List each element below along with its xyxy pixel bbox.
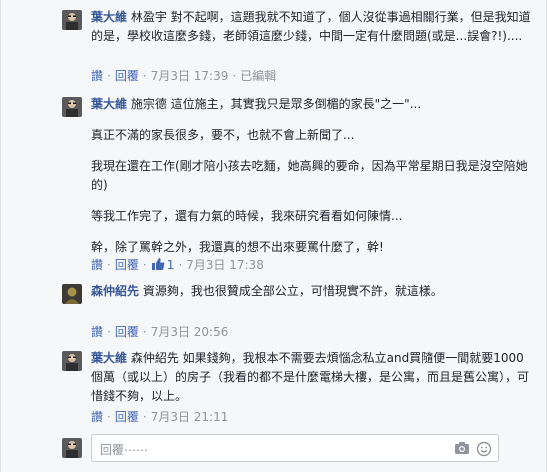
avatar[interactable] (62, 10, 82, 30)
avatar-image (62, 10, 82, 30)
camera-icon[interactable] (454, 441, 470, 455)
comment-timestamp[interactable]: 7月3日 20:56 (151, 325, 229, 339)
comment-timestamp[interactable]: 7月3日 17:39 (151, 69, 229, 83)
reply-link[interactable]: 回覆 (115, 410, 139, 424)
comment-paragraph: 我現在還在工作(剛才陪小孩去吃麵，她高興的要命，因為平常星期日我是沒空陪她的) (91, 159, 528, 192)
comment-author[interactable]: 森仲紹先 (91, 284, 139, 298)
avatar-image (62, 97, 82, 117)
comment-paragraph: 等我工作完了，還有力氣的時候，我來研究看看如何陳情... (91, 209, 403, 223)
edited-label[interactable]: 已編輯 (240, 69, 276, 83)
comment-actions: 讚 · 回覆 · 7月3日 21:11 (91, 410, 229, 424)
comment-author[interactable]: 葉大維 (91, 97, 127, 111)
like-link[interactable]: 讚 (91, 325, 103, 339)
like-reaction[interactable]: 1 (151, 258, 174, 272)
comment-body: 葉大維 森仲紹先 如果錢夠，我根本不需要去煩惱念私立and買隨便一間就要1000… (91, 349, 531, 406)
reply-input[interactable]: 回覆⋯⋯ (91, 434, 499, 462)
smiley-icon[interactable] (476, 441, 492, 457)
comment-timestamp[interactable]: 7月3日 17:38 (186, 258, 264, 272)
comment-text: 森仲紹先 如果錢夠，我根本不需要去煩惱念私立and買隨便一間就要1000個萬（或… (91, 351, 530, 403)
avatar-image (62, 284, 82, 304)
comment-paragraph: 真正不滿的家長很多，要不，也就不會上新聞了... (91, 128, 355, 142)
avatar[interactable] (62, 284, 82, 304)
comment-actions: 讚 · 回覆 · 7月3日 20:56 (91, 325, 229, 339)
like-link[interactable]: 讚 (91, 69, 103, 83)
comment-text: 資源夠，我也很贊成全部公立，可惜現實不許，就這樣。 (142, 284, 443, 298)
like-link[interactable]: 讚 (91, 410, 103, 424)
thumbs-up-icon (151, 258, 165, 270)
comment-author[interactable]: 葉大維 (91, 351, 127, 365)
avatar-image (62, 351, 82, 371)
avatar[interactable] (62, 351, 82, 371)
comment-thread: 葉大維 林盈宇 對不起啊，這題我就不知道了，個人沒從事過相關行業，但是我知道的是… (0, 0, 547, 472)
comment-text: 施宗德 這位施主，其實我只是眾多倒楣的家長"之一"... (130, 97, 422, 111)
comment-paragraph: 幹，除了罵幹之外，我還真的想不出來要罵什麼了，幹! (91, 240, 384, 254)
reply-link[interactable]: 回覆 (115, 258, 139, 272)
comment-timestamp[interactable]: 7月3日 21:11 (151, 410, 229, 424)
reply-link[interactable]: 回覆 (115, 69, 139, 83)
comment-actions: 讚 · 回覆 · 1 · 7月3日 17:38 (91, 258, 264, 272)
avatar[interactable] (62, 97, 82, 117)
like-link[interactable]: 讚 (91, 258, 103, 272)
comment-actions: 讚 · 回覆 · 7月3日 17:39 · 已編輯 (91, 69, 277, 83)
comment-body: 葉大維 施宗德 這位施主，其實我只是眾多倒楣的家長"之一"... 真正不滿的家長… (91, 95, 531, 257)
comment-body: 森仲紹先 資源夠，我也很贊成全部公立，可惜現實不許，就這樣。 (91, 282, 531, 301)
comment-text: 林盈宇 對不起啊，這題我就不知道了，個人沒從事過相關行業，但是我知道的是，學校收… (91, 10, 531, 43)
reply-composer: 回覆⋯⋯ (1, 432, 547, 468)
avatar (62, 438, 82, 458)
reply-link[interactable]: 回覆 (115, 325, 139, 339)
reply-placeholder: 回覆⋯⋯ (100, 443, 149, 457)
comment-body: 葉大維 林盈宇 對不起啊，這題我就不知道了，個人沒從事過相關行業，但是我知道的是… (91, 8, 531, 46)
avatar-image (62, 438, 82, 458)
comment-author[interactable]: 葉大維 (91, 10, 127, 24)
